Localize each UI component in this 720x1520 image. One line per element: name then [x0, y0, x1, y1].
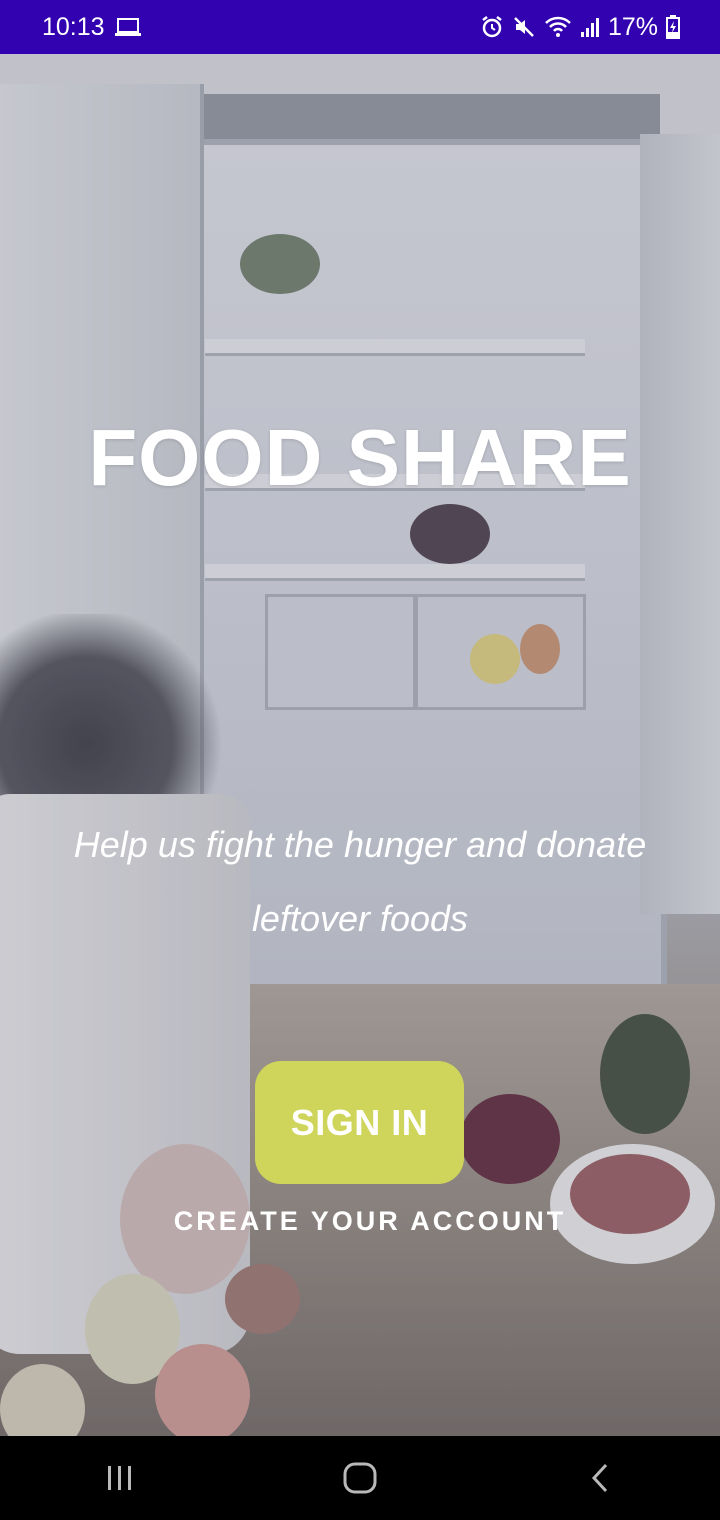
sign-in-button[interactable]: SIGN IN — [255, 1061, 464, 1184]
battery-charging-icon — [666, 15, 680, 39]
back-icon[interactable] — [540, 1436, 660, 1520]
create-account-link[interactable]: CREATE YOUR ACCOUNT — [140, 1206, 600, 1237]
recent-apps-icon[interactable] — [60, 1436, 180, 1520]
status-time: 10:13 — [42, 12, 105, 41]
wifi-icon — [544, 15, 572, 39]
alarm-icon — [480, 15, 504, 39]
app-title: FOOD SHARE — [88, 413, 632, 502]
navigation-bar — [0, 1436, 720, 1520]
tagline: Help us fight the hunger and donate left… — [73, 824, 647, 939]
laptop-icon — [114, 17, 141, 37]
battery-percent: 17% — [607, 12, 658, 41]
signal-icon — [580, 16, 600, 38]
mute-icon — [512, 15, 536, 39]
status-bar: 10:13 17% — [0, 0, 720, 54]
home-icon[interactable] — [300, 1436, 420, 1520]
